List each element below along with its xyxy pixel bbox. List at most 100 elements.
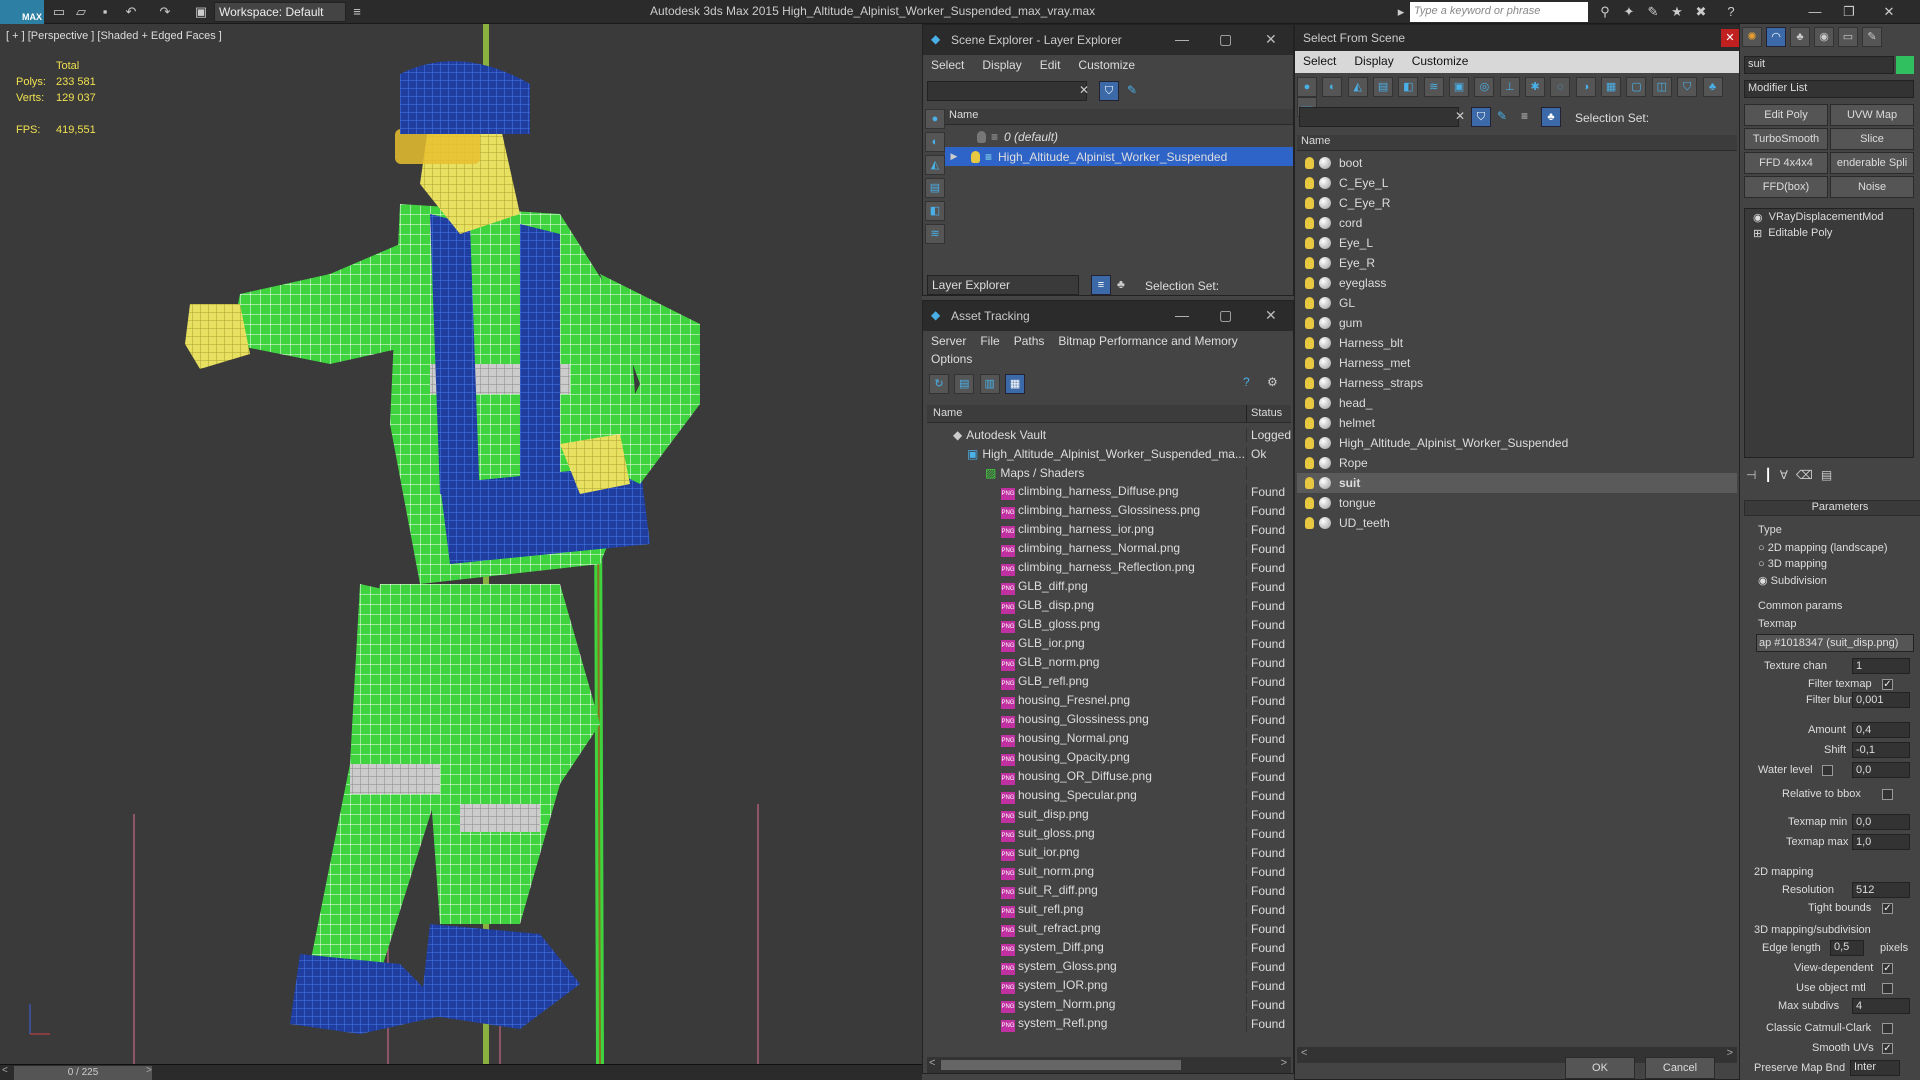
workspace-menu-icon[interactable]: ≡ [348, 3, 366, 21]
tools-icon[interactable]: ✦ [1620, 3, 1638, 21]
make-unique-icon[interactable]: ∀ [1780, 468, 1788, 486]
asset-row-file[interactable]: PNG GLB_ior.png Found [927, 634, 1291, 653]
column-header-status[interactable]: Status [1247, 405, 1286, 422]
display-lights-icon[interactable]: ◭ [1347, 77, 1368, 97]
display-geometry-icon[interactable]: ● [925, 109, 945, 129]
asset-row-file[interactable]: PNG climbing_harness_ior.png Found [927, 520, 1291, 539]
object-row[interactable]: cord [1297, 213, 1737, 233]
noise-button[interactable]: Noise [1830, 176, 1914, 198]
maximize-icon[interactable]: ❐ [1840, 3, 1858, 21]
prev-frame-icon[interactable]: < [2, 1065, 8, 1076]
layer-tool-icon[interactable]: ✎ [1127, 83, 1137, 97]
column-header-name[interactable]: Name [1297, 135, 1737, 151]
preserve-map-dropdown[interactable]: Inter [1850, 1060, 1900, 1076]
texmap-min-spinner[interactable]: 0,0 [1852, 814, 1910, 830]
object-search-input[interactable] [1299, 107, 1459, 127]
asset-row-file[interactable]: PNG suit_ior.png Found [927, 843, 1291, 862]
alpinist-wireframe-model[interactable] [0, 24, 922, 1064]
favorites-icon[interactable]: ★ [1668, 3, 1686, 21]
light-bulb-icon[interactable] [1305, 197, 1314, 209]
scroll-left-icon[interactable]: < [929, 1057, 935, 1069]
ok-button[interactable]: OK [1565, 1057, 1635, 1079]
menu-display[interactable]: Display [1354, 54, 1393, 70]
close-icon[interactable]: ✕ [1265, 31, 1277, 48]
view-dependent-checkbox[interactable]: ✓ [1882, 963, 1893, 974]
open-file-icon[interactable]: ▱ [72, 3, 90, 21]
asset-row-file[interactable]: PNG system_Refl.png Found [927, 1014, 1291, 1033]
object-row[interactable]: C_Eye_R [1297, 193, 1737, 213]
display-helpers-icon[interactable]: ◧ [925, 201, 945, 221]
minimize-icon[interactable]: — [1175, 307, 1189, 323]
asset-row-file[interactable]: PNG suit_gloss.png Found [927, 824, 1291, 843]
light-bulb-icon[interactable] [1305, 377, 1314, 389]
light-bulb-icon[interactable] [1305, 317, 1314, 329]
menu-customize[interactable]: Customize [1078, 58, 1135, 74]
project-icon[interactable]: ▣ [192, 3, 210, 21]
light-bulb-icon[interactable] [1305, 157, 1314, 169]
light-bulb-icon[interactable] [1305, 277, 1314, 289]
new-file-icon[interactable]: ▭ [50, 3, 68, 21]
undo-icon[interactable]: ↶ [122, 3, 140, 21]
hierarchy-icon[interactable]: ♣ [1117, 277, 1125, 291]
ffd-4x4x4-button[interactable]: FFD 4x4x4 [1744, 152, 1828, 174]
light-bulb-icon[interactable] [1305, 497, 1314, 509]
display-spacewarps-icon[interactable]: ≋ [925, 224, 945, 244]
display-xrefs-icon[interactable]: ◎ [1474, 77, 1495, 97]
asset-row-file[interactable]: PNG suit_refract.png Found [927, 919, 1291, 938]
menu-server[interactable]: Server [931, 334, 966, 350]
sign-in-icon[interactable]: ✖ [1692, 3, 1710, 21]
renderable-spline-button[interactable]: enderable Spli [1830, 152, 1914, 174]
layer-explorer-dropdown[interactable]: Layer Explorer [927, 275, 1079, 295]
maximize-icon[interactable]: ▢ [1219, 307, 1232, 324]
menu-options[interactable]: Options [931, 352, 972, 368]
asset-row-file[interactable]: PNG climbing_harness_Glossiness.png Found [927, 501, 1291, 520]
light-bulb-icon[interactable] [1305, 457, 1314, 469]
asset-row-scene-file[interactable]: ▣ High_Altitude_Alpinist_Worker_Suspended… [927, 444, 1291, 463]
object-row[interactable]: eyeglass [1297, 273, 1737, 293]
object-row[interactable]: Harness_met [1297, 353, 1737, 373]
display-none-icon[interactable]: ◌ [1550, 77, 1571, 97]
light-bulb-icon[interactable] [1305, 517, 1314, 529]
asset-row-file[interactable]: PNG housing_Opacity.png Found [927, 748, 1291, 767]
light-bulb-icon[interactable] [1305, 397, 1314, 409]
water-level-checkbox[interactable] [1822, 765, 1833, 776]
select-all-icon[interactable]: ▦ [1601, 77, 1622, 97]
asset-row-maps[interactable]: ▨ Maps / Shaders [927, 463, 1291, 482]
object-row[interactable]: UD_teeth [1297, 513, 1737, 533]
select-none-icon[interactable]: ▢ [1626, 77, 1647, 97]
object-row[interactable]: tongue [1297, 493, 1737, 513]
light-bulb-icon[interactable] [977, 130, 986, 143]
object-row[interactable]: GL [1297, 293, 1737, 313]
object-row[interactable]: suit [1297, 473, 1737, 493]
detail-view-icon[interactable]: ▥ [979, 374, 1000, 394]
menu-edit[interactable]: Edit [1040, 58, 1061, 74]
asset-row-file[interactable]: PNG housing_Glossiness.png Found [927, 710, 1291, 729]
binoculars-icon[interactable]: ⚲ [1596, 3, 1614, 21]
expand-plus-icon[interactable]: ⊞ [1753, 227, 1762, 240]
resolution-spinner[interactable]: 512 [1852, 882, 1910, 898]
asset-row-file[interactable]: PNG GLB_gloss.png Found [927, 615, 1291, 634]
object-row[interactable]: helmet [1297, 413, 1737, 433]
display-tab-icon[interactable]: ▭ [1838, 27, 1858, 47]
edge-length-spinner[interactable]: 0,5 [1830, 940, 1864, 956]
expand-arrow-icon[interactable]: ▶ [945, 151, 963, 162]
refresh-icon[interactable]: ↻ [929, 374, 949, 394]
remove-modifier-icon[interactable]: ⌫ [1796, 468, 1813, 486]
stack-item-vraydisplacement[interactable]: ◉ VRayDisplacementMod [1745, 209, 1913, 225]
display-spacewarps-icon[interactable]: ≋ [1423, 77, 1444, 97]
pin-stack-icon[interactable]: ⊣ [1746, 468, 1756, 486]
asset-row-file[interactable]: PNG climbing_harness_Diffuse.png Found [927, 482, 1291, 501]
layer-row-default[interactable]: ≡ 0 (default) [945, 127, 1293, 146]
minimize-icon[interactable]: — [1175, 31, 1189, 47]
object-name-field[interactable]: suit [1744, 56, 1894, 74]
menu-file[interactable]: File [980, 334, 999, 350]
display-shapes-icon[interactable]: ◐ [925, 132, 945, 152]
redo-icon[interactable]: ↷ [156, 3, 174, 21]
light-bulb-icon[interactable] [1305, 257, 1314, 269]
light-bulb-icon[interactable] [1305, 297, 1314, 309]
display-helpers-icon[interactable]: ◧ [1398, 77, 1419, 97]
radio-2d-mapping[interactable]: ○ 2D mapping (landscape) [1758, 542, 1888, 554]
filter-blur-spinner[interactable]: 0,001 [1852, 692, 1910, 708]
edit-poly-button[interactable]: Edit Poly [1744, 104, 1828, 126]
modify-tab-icon[interactable]: ◠ [1766, 27, 1786, 47]
